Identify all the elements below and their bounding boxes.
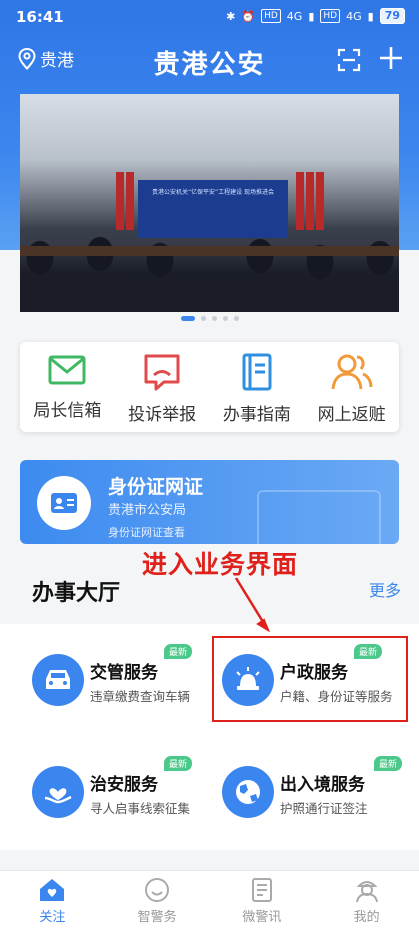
signal-icon: ▮ (308, 9, 315, 23)
quick-action-label: 投诉举报 (128, 405, 197, 425)
carousel-dot[interactable] (200, 316, 206, 321)
nav-label: 智警务 (137, 910, 177, 925)
bottom-navigation: 关注 智警务 微警讯 我的 (0, 870, 419, 932)
service-traffic[interactable]: 交管服务 最新 违章缴费查询车辆 (32, 644, 217, 724)
hall-section-title: 办事大厅 (32, 581, 121, 606)
quick-actions-card: 局长信箱 投诉举报 办事指南 网上返赃 (20, 342, 399, 432)
quick-action-label: 网上返赃 (317, 405, 386, 425)
complaint-icon (144, 354, 180, 391)
id-card-icon (51, 493, 77, 513)
service-exit-entry[interactable]: 出入境服务 最新 护照通行证签注 (222, 756, 407, 836)
status-time: 16:41 (16, 8, 64, 26)
nav-tab-follow[interactable]: 关注 (0, 871, 105, 932)
id-card-title: 身份证网证 (108, 476, 204, 498)
smart-police-icon (145, 878, 170, 902)
service-description: 违章缴费查询车辆 (90, 689, 191, 704)
plus-icon[interactable] (377, 44, 405, 72)
carousel-dot[interactable] (211, 316, 217, 321)
network-indicator: 4G (286, 9, 303, 23)
annotation-text: 进入业务界面 (142, 550, 299, 579)
service-description: 寻人启事线索征集 (90, 801, 191, 816)
status-bar: 16:41 ✱ ⏰ HD 4G ▮ HD 4G ▮ 79 (0, 0, 419, 34)
home-heart-icon (40, 879, 65, 901)
annotation-highlight-box (212, 636, 408, 722)
id-card-icon-circle (37, 476, 91, 530)
carousel-dot[interactable] (222, 316, 228, 321)
new-badge: 最新 (374, 756, 403, 771)
id-card-decoration (257, 490, 381, 544)
hd-indicator-2: HD (320, 9, 341, 23)
new-badge: 最新 (164, 644, 193, 659)
hd-indicator: HD (261, 9, 281, 23)
nav-label: 我的 (353, 910, 380, 925)
news-doc-icon (251, 878, 272, 902)
quick-action-label: 办事指南 (222, 405, 291, 425)
hand-heart-icon (32, 766, 84, 818)
carousel-dot-active[interactable] (180, 316, 195, 321)
new-badge: 最新 (164, 756, 193, 771)
bluetooth-icon: ✱ (226, 9, 236, 23)
more-link[interactable]: 更多 (369, 577, 401, 601)
service-description: 护照通行证签注 (280, 801, 368, 816)
id-card-subtitle: 贵港市公安局 (108, 503, 187, 518)
nav-label: 关注 (39, 910, 66, 925)
nav-tab-micro-news[interactable]: 微警讯 (210, 871, 315, 932)
id-card-note: 身份证网证查看 (108, 526, 185, 539)
status-icons: ✱ ⏰ HD 4G ▮ HD 4G ▮ 79 (226, 8, 405, 24)
car-icon (32, 654, 84, 706)
mail-icon (48, 355, 86, 385)
news-banner[interactable]: 贵港公安机关“亿保平安”工程建设 现场推进会 (20, 94, 399, 312)
id-card-banner[interactable]: 身份证网证 贵港市公安局 身份证网证查看 (20, 460, 399, 544)
quick-action-guide[interactable]: 办事指南 (210, 342, 305, 432)
globe-icon (222, 766, 274, 818)
service-title: 出入境服务 (280, 775, 365, 795)
top-bar: 贵港 贵港公安 (0, 36, 419, 86)
alarm-icon: ⏰ (241, 9, 256, 23)
service-title: 交管服务 (90, 663, 158, 683)
nav-tab-smart-police[interactable]: 智警务 (105, 871, 210, 932)
police-avatar-icon (355, 881, 378, 903)
quick-action-complaint[interactable]: 投诉举报 (115, 342, 210, 432)
nav-tab-mine[interactable]: 我的 (314, 871, 419, 932)
guide-book-icon (242, 353, 272, 391)
battery-indicator: 79 (379, 8, 405, 24)
signal-icon-2: ▮ (367, 9, 374, 23)
service-title: 治安服务 (90, 775, 158, 795)
nav-label: 微警讯 (242, 910, 282, 925)
audience-silhouettes (20, 218, 399, 312)
quick-action-label: 局长信箱 (33, 401, 102, 421)
carousel-dot[interactable] (233, 316, 239, 321)
quick-action-return[interactable]: 网上返赃 (304, 342, 399, 432)
service-public-security[interactable]: 治安服务 最新 寻人启事线索征集 (32, 756, 217, 836)
conference-table (20, 246, 399, 256)
users-icon (331, 354, 373, 390)
network-indicator-2: 4G (346, 9, 362, 23)
scan-icon[interactable] (337, 48, 361, 72)
quick-action-mailbox[interactable]: 局长信箱 (20, 342, 115, 432)
stage-text: 贵港公安机关“亿保平安”工程建设 现场推进会 (151, 189, 275, 196)
carousel-indicator (0, 316, 419, 321)
